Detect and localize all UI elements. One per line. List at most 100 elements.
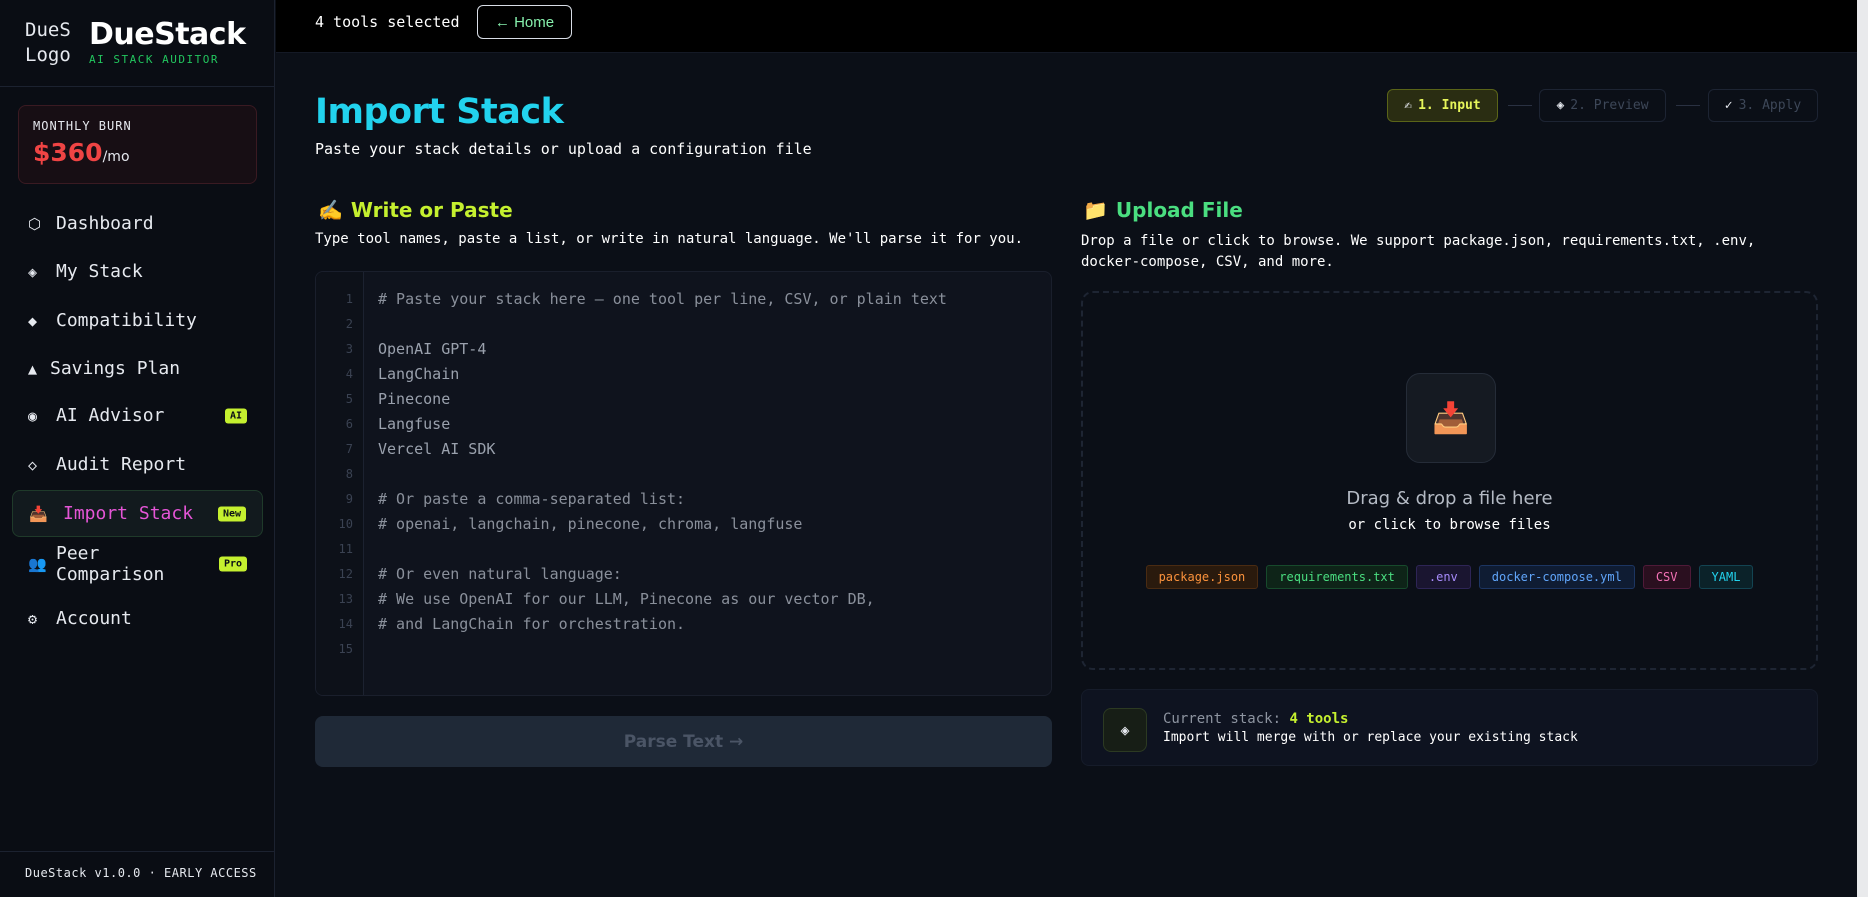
monthly-burn-amount: $360 — [33, 138, 103, 167]
sidebar-item-dashboard[interactable]: ⬡ Dashboard — [12, 200, 263, 247]
diamond-dot-icon: ◈ — [1556, 98, 1565, 113]
diamond-icon: ◆ — [28, 311, 38, 330]
scrollbar[interactable] — [1857, 0, 1868, 897]
stack-text-editor[interactable]: 1 2 3 4 5 6 7 8 9 10 11 12 13 14 15 # Pa… — [315, 271, 1052, 696]
gear-icon: ⚙ — [28, 609, 38, 628]
upload-file-heading: 📁 Upload File — [1083, 198, 1243, 222]
tools-selected-count: 4 tools selected — [315, 13, 460, 31]
inbox-tray-icon: 📥 — [29, 504, 48, 523]
format-tag: YAML — [1698, 565, 1754, 589]
editor-line: LangChain — [378, 365, 460, 383]
format-tag: docker-compose.yml — [1478, 565, 1635, 589]
new-badge: New — [217, 506, 246, 521]
sidebar: DueS Logo DueStack AI STACK AUDITOR MONT… — [0, 0, 275, 897]
folder-icon: 📁 — [1083, 198, 1108, 222]
write-paste-heading: ✍️ Write or Paste — [318, 198, 513, 222]
people-icon: 👥 — [28, 555, 47, 573]
upload-file-description: Drop a file or click to browse. We suppo… — [1081, 233, 1756, 270]
triangle-icon: ▲ — [28, 359, 38, 378]
page-subtitle: Paste your stack details or upload a con… — [315, 140, 812, 158]
editor-line: # We use OpenAI for our LLM, Pinecone as… — [378, 590, 875, 608]
sidebar-item-audit-report[interactable]: ◇ Audit Report — [12, 441, 263, 488]
editor-line: # openai, langchain, pinecone, chroma, l… — [378, 515, 803, 533]
monthly-burn-label: MONTHLY BURN — [33, 119, 132, 133]
step-input[interactable]: ✍ 1. Input — [1387, 89, 1498, 122]
step-label: 2. Preview — [1570, 98, 1649, 113]
editor-line: Vercel AI SDK — [378, 440, 496, 458]
target-icon: ◉ — [28, 406, 38, 425]
line-number: 8 — [345, 467, 353, 481]
format-tag: .env — [1415, 565, 1471, 589]
write-paste-title: Write or Paste — [350, 198, 513, 222]
diamond-dot-icon: ◈ — [1103, 708, 1147, 752]
diamond-dot-icon: ◈ — [28, 262, 38, 281]
editor-line: # Paste your stack here — one tool per l… — [378, 290, 947, 308]
monthly-burn-card: MONTHLY BURN $360/mo — [18, 105, 257, 184]
brand-tagline: AI STACK AUDITOR — [89, 53, 219, 66]
sidebar-item-peer-comparison[interactable]: 👥 Peer Comparison Pro — [12, 538, 263, 590]
editor-line: # Or paste a comma-separated list: — [378, 490, 686, 508]
parse-text-button[interactable]: Parse Text → — [315, 716, 1052, 767]
home-button[interactable]: ← Home — [477, 5, 572, 39]
writing-hand-icon: ✍ — [1404, 98, 1413, 113]
step-preview[interactable]: ◈ 2. Preview — [1539, 89, 1666, 122]
sidebar-item-account[interactable]: ⚙ Account — [12, 595, 263, 642]
step-apply[interactable]: ✓ 3. Apply — [1708, 89, 1818, 122]
brand[interactable]: DueS Logo DueStack AI STACK AUDITOR — [0, 0, 274, 87]
sidebar-item-my-stack[interactable]: ◈ My Stack — [12, 248, 263, 295]
sidebar-item-label: Audit Report — [56, 454, 187, 475]
line-number: 7 — [345, 442, 353, 456]
sidebar-item-label: AI Advisor — [56, 405, 165, 426]
pro-badge: Pro — [218, 556, 247, 572]
sidebar-item-compatibility[interactable]: ◆ Compatibility — [12, 297, 263, 344]
current-stack-prefix: Current stack: — [1163, 711, 1282, 727]
line-number: 12 — [338, 567, 353, 581]
diamond-outline-icon: ◇ — [28, 455, 38, 474]
hexagon-icon: ⬡ — [28, 214, 42, 233]
file-dropzone[interactable]: 📥 Drag & drop a file here or click to br… — [1081, 291, 1818, 670]
line-number: 5 — [345, 392, 353, 406]
line-number: 3 — [345, 342, 353, 356]
current-stack-count: 4 tools — [1289, 711, 1349, 727]
write-paste-description: Type tool names, paste a list, or write … — [315, 231, 1024, 247]
brand-name: DueStack — [89, 17, 246, 52]
sidebar-item-label: Savings Plan — [50, 358, 181, 379]
editor-line: Pinecone — [378, 390, 451, 408]
ai-badge: AI — [224, 408, 247, 423]
format-tag: CSV — [1642, 565, 1691, 589]
dropzone-subtitle: or click to browse files — [1348, 517, 1551, 533]
page-title: Import Stack — [315, 92, 564, 132]
current-stack-note: Import will merge with or replace your e… — [1163, 730, 1578, 745]
line-number: 11 — [338, 542, 353, 556]
editor-line: Langfuse — [378, 415, 451, 433]
logo-image-alt: DueS Logo — [25, 19, 71, 66]
supported-formats: package.json requirements.txt .env docke… — [1083, 565, 1816, 589]
sidebar-item-ai-advisor[interactable]: ◉ AI Advisor AI — [12, 392, 263, 439]
sidebar-item-savings-plan[interactable]: ▲ Savings Plan — [12, 345, 263, 392]
line-number: 4 — [345, 367, 353, 381]
monthly-burn-unit: /mo — [102, 149, 130, 165]
inbox-tray-icon: 📥 — [1406, 373, 1496, 463]
upload-file-title: Upload File — [1115, 198, 1243, 222]
format-tag: requirements.txt — [1266, 565, 1408, 589]
sidebar-item-label: Import Stack — [63, 503, 194, 524]
top-bar: 4 tools selected ← Home — [276, 0, 1857, 53]
sidebar-item-label: Account — [56, 608, 132, 629]
sidebar-item-import-stack[interactable]: 📥 Import Stack New — [12, 490, 263, 537]
line-number: 10 — [338, 517, 353, 531]
step-connector — [1508, 105, 1532, 106]
checkmark-icon: ✓ — [1724, 98, 1733, 113]
sidebar-item-label: My Stack — [56, 261, 143, 282]
format-tag: package.json — [1145, 565, 1259, 589]
version-footer: DueStack v1.0.0 · EARLY ACCESS — [0, 851, 275, 897]
current-stack-info: ◈ Current stack: 4 tools Import will mer… — [1081, 689, 1818, 766]
line-number: 13 — [338, 592, 353, 606]
step-label: 1. Input — [1418, 98, 1481, 113]
line-number: 14 — [338, 617, 353, 631]
step-label: 3. Apply — [1738, 98, 1802, 113]
dropzone-title: Drag & drop a file here — [1346, 488, 1553, 509]
line-number: 9 — [345, 492, 353, 506]
editor-line: OpenAI GPT-4 — [378, 340, 487, 358]
writing-hand-icon: ✍️ — [318, 198, 343, 222]
current-stack-summary: Current stack: 4 tools — [1163, 711, 1348, 727]
